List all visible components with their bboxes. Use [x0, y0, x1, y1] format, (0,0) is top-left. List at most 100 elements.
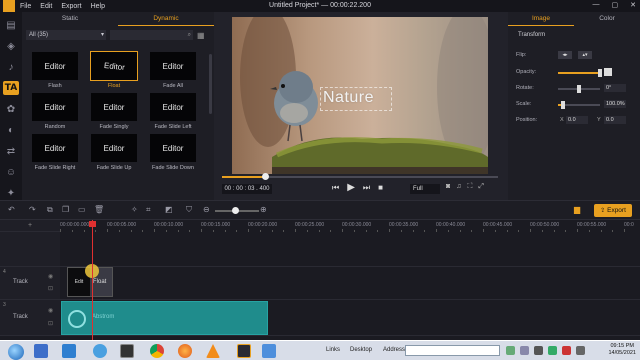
- zoom-slider[interactable]: [215, 207, 259, 214]
- playhead[interactable]: [92, 220, 93, 340]
- shield-icon[interactable]: ⛉: [186, 205, 192, 215]
- track-lane[interactable]: [60, 267, 640, 300]
- play-icon[interactable]: ▶: [347, 182, 355, 193]
- close-icon[interactable]: ✕: [630, 1, 636, 9]
- flip-horizontal-icon[interactable]: ◂▸: [558, 51, 572, 59]
- effect-item[interactable]: Editor Fade Slide Down: [144, 134, 202, 171]
- previous-frame-icon[interactable]: ⏮: [332, 183, 339, 193]
- quality-select[interactable]: Full: [410, 184, 440, 194]
- minimize-icon[interactable]: —: [593, 1, 600, 9]
- effect-item[interactable]: Editor Random: [26, 93, 84, 130]
- volume-tray-icon[interactable]: [576, 346, 585, 355]
- sticker-icon[interactable]: ☺: [3, 165, 19, 179]
- zoom-out-icon[interactable]: ⊖: [203, 205, 210, 214]
- redo-icon[interactable]: ↷: [29, 205, 36, 214]
- opacity-slider-handle[interactable]: [598, 69, 602, 77]
- next-frame-icon[interactable]: ⏭: [363, 183, 370, 193]
- zoom-in-icon[interactable]: ⊕: [260, 205, 267, 214]
- zoom-handle[interactable]: [232, 207, 239, 214]
- add-track-icon[interactable]: +: [28, 222, 32, 229]
- show-desktop-icon[interactable]: [34, 344, 48, 358]
- crop-icon[interactable]: ⌗: [146, 205, 151, 215]
- video-frame[interactable]: Nature: [232, 17, 488, 174]
- effects-icon[interactable]: ✿: [3, 102, 19, 116]
- time-ruler[interactable]: 00:00:00.000 00:00:05.000 00:00:10.000 00:0…: [60, 220, 640, 232]
- category-select[interactable]: All (35): [26, 30, 106, 40]
- address-input[interactable]: [405, 345, 500, 356]
- start-button[interactable]: [2, 343, 28, 360]
- tab-dynamic[interactable]: Dynamic: [118, 12, 214, 26]
- magic-icon[interactable]: ✧: [131, 205, 138, 214]
- flip-vertical-icon[interactable]: ▴▾: [578, 51, 592, 59]
- scale-slider-handle[interactable]: [561, 101, 566, 109]
- playback-progress[interactable]: [222, 173, 498, 180]
- layers-icon[interactable]: ◈: [3, 39, 19, 53]
- search-input[interactable]: ⌕: [110, 30, 193, 40]
- effect-item[interactable]: Editor Fade Slide Right: [26, 134, 84, 171]
- menu-export[interactable]: Export: [61, 3, 81, 10]
- visibility-icon[interactable]: ◉: [48, 307, 53, 314]
- internet-explorer-icon[interactable]: [93, 344, 107, 358]
- snapshot-icon[interactable]: ◙: [446, 183, 450, 191]
- explorer-icon[interactable]: [62, 344, 76, 358]
- vlc-icon[interactable]: [206, 344, 220, 358]
- system-clock[interactable]: 09:15 PM 14/05/2021: [608, 343, 636, 357]
- links-toolbar[interactable]: Links: [326, 347, 340, 353]
- tab-color[interactable]: Color: [574, 12, 640, 26]
- rotate-slider[interactable]: [558, 85, 600, 93]
- tray-icon[interactable]: [562, 346, 571, 355]
- media-icon[interactable]: ▤: [3, 18, 19, 32]
- media-player-icon[interactable]: [120, 344, 134, 358]
- copy-icon[interactable]: ❐: [62, 205, 69, 214]
- text-icon[interactable]: TA: [3, 81, 19, 95]
- tray-icon[interactable]: [506, 346, 515, 355]
- chrome-icon[interactable]: [150, 344, 164, 358]
- effect-item[interactable]: Editor Fade All: [144, 52, 202, 89]
- lock-icon[interactable]: ⊡: [48, 285, 53, 292]
- rotate-slider-handle[interactable]: [577, 85, 581, 93]
- menu-file[interactable]: File: [20, 3, 31, 10]
- tab-static[interactable]: Static: [22, 12, 118, 26]
- element-icon[interactable]: ✦: [3, 186, 19, 200]
- effect-item[interactable]: Editor Float: [85, 51, 143, 89]
- tab-image[interactable]: Image: [508, 12, 574, 26]
- rotate-input[interactable]: 0°: [604, 84, 626, 92]
- grid-view-icon[interactable]: ▦: [197, 31, 205, 40]
- scale-input[interactable]: 100.0%: [604, 100, 626, 108]
- effect-item[interactable]: Editor Fade Slide Up: [85, 134, 143, 171]
- position-y-input[interactable]: 0.0: [604, 116, 626, 124]
- fullscreen-icon[interactable]: ⛶: [467, 183, 472, 191]
- transition-icon[interactable]: ⇄: [3, 144, 19, 158]
- position-x-input[interactable]: 0.0: [566, 116, 588, 124]
- effect-item[interactable]: Editor Fade Slide Left: [144, 93, 202, 130]
- expand-icon[interactable]: ⤢: [478, 183, 484, 191]
- overlay-text[interactable]: Nature: [323, 89, 374, 107]
- delete-icon[interactable]: 🗑: [94, 205, 104, 214]
- desktop-toolbar[interactable]: Desktop: [350, 347, 372, 353]
- volume-icon[interactable]: ♫: [456, 183, 461, 191]
- effect-item[interactable]: Editor Flash: [26, 52, 84, 89]
- tray-icon[interactable]: [534, 346, 543, 355]
- tray-icon[interactable]: [548, 346, 557, 355]
- marker-icon[interactable]: ◩: [165, 205, 173, 214]
- tray-icon[interactable]: [520, 346, 529, 355]
- stop-icon[interactable]: ■: [378, 183, 383, 192]
- opacity-swatch[interactable]: [604, 68, 612, 76]
- lock-icon[interactable]: ⊡: [48, 320, 53, 327]
- video-editor-icon[interactable]: [237, 344, 251, 358]
- progress-handle[interactable]: [261, 173, 269, 180]
- menu-help[interactable]: Help: [91, 3, 105, 10]
- empty-track-lane[interactable]: [60, 232, 640, 267]
- filter-icon[interactable]: ◐: [3, 123, 19, 137]
- effects-scrollbar[interactable]: [209, 54, 212, 114]
- paste-icon[interactable]: ▭: [78, 205, 86, 214]
- visibility-icon[interactable]: ◉: [48, 273, 53, 280]
- undo-icon[interactable]: ↶: [8, 205, 15, 214]
- maximize-icon[interactable]: ▢: [612, 1, 619, 9]
- export-button[interactable]: ⇪ Export: [594, 204, 632, 217]
- app-icon[interactable]: [262, 344, 276, 358]
- effect-item[interactable]: Editor Fade Singly: [85, 93, 143, 130]
- scale-slider[interactable]: [558, 101, 600, 109]
- firefox-icon[interactable]: [178, 344, 192, 358]
- folder-icon[interactable]: ▆: [574, 205, 580, 214]
